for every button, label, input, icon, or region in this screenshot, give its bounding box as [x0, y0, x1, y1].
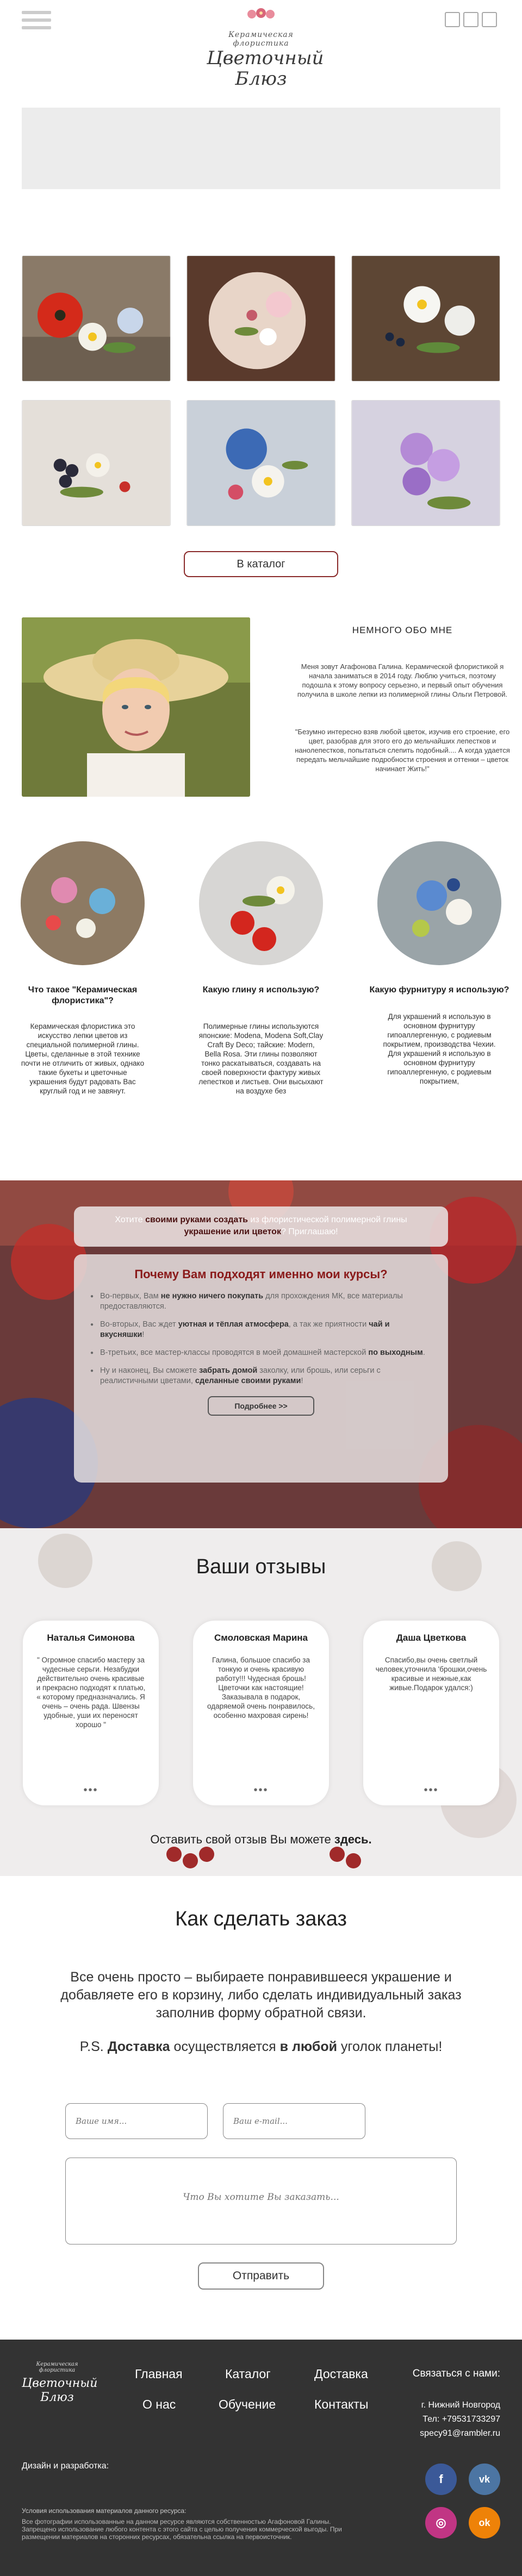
feature-text-ceramic: Керамическая флористика это искусство ле…	[21, 1022, 145, 1095]
review-author: Даша Цветкова	[396, 1633, 467, 1643]
contact-title: Связаться с нами:	[412, 2368, 500, 2379]
about-paragraph-2: "Безумно интересно взяв любой цветок, из…	[295, 728, 510, 773]
footer-nav-about[interactable]: О нас	[142, 2397, 176, 2412]
why-card: Почему Вам подходят именно мои курсы? Во…	[74, 1254, 448, 1483]
gallery-photo-white-flowers[interactable]	[351, 255, 500, 382]
feature-title-fittings: Какую фурнитуру я использую?	[369, 985, 509, 995]
instagram-icon[interactable]: ◎	[425, 2507, 457, 2539]
hero-banner	[22, 108, 500, 189]
feature-title-ceramic: Что такое "Керамическая флористика"?	[28, 985, 138, 1005]
header-square-2[interactable]	[463, 12, 478, 27]
site-logo[interactable]: Керамическая флористика Цветочный Блюз	[207, 4, 324, 97]
terms-text: Все фотографии использованные на данном …	[22, 2518, 342, 2541]
review-card: Наталья Симонова " Огромное спасибо маст…	[23, 1621, 159, 1805]
reviews-section: Ваши отзывы Наталья Симонова " Огромное …	[0, 1528, 522, 1876]
footer-nav-delivery[interactable]: Доставка	[314, 2367, 368, 2381]
gallery-photo-brooch[interactable]	[187, 255, 335, 382]
gallery-photo-berries[interactable]	[22, 400, 171, 526]
about-photo	[22, 617, 250, 797]
why-box: Хотите своими руками создать из флористи…	[74, 1206, 448, 1489]
review-author: Наталья Симонова	[47, 1633, 135, 1643]
logo-flowers-icon	[242, 8, 280, 21]
submit-button[interactable]: Отправить	[198, 2262, 324, 2290]
review-text: Галина, большое спасибо за тонкую и очен…	[207, 1656, 315, 1720]
footer-logo[interactable]: Керамическая флористика Цветочный Блюз	[22, 2361, 98, 2405]
email-input[interactable]	[223, 2103, 365, 2139]
leave-review: Оставить свой отзыв Вы можете здесь.	[150, 1833, 372, 1846]
review-text: " Огромное спасибо мастеру за чудесные с…	[36, 1656, 146, 1729]
feature-title-clay: Какую глину я использую?	[202, 985, 320, 995]
gallery-photo-poppies[interactable]	[22, 255, 171, 382]
review-text: Спасибо,вы очень светлый человек,уточнил…	[375, 1656, 487, 1692]
leave-review-link[interactable]: здесь.	[334, 1833, 372, 1846]
about-title: НЕМНОГО ОБО МНЕ	[352, 625, 453, 635]
terms-title: Условия использования материалов данного…	[22, 2507, 187, 2515]
order-title: Как сделать заказ	[175, 1908, 347, 1930]
order-delivery: P.S. Доставка осуществляется в любой уго…	[79, 2039, 443, 2054]
contact-phone[interactable]: Тел: +79531733297	[422, 2415, 500, 2424]
footer-nav-contacts[interactable]: Контакты	[314, 2397, 368, 2412]
footer-nav-home[interactable]: Главная	[135, 2367, 183, 2381]
why-section: Хотите своими руками создать из флористи…	[0, 1180, 522, 1528]
header-square-3[interactable]	[482, 12, 497, 27]
footer-nav-catalog[interactable]: Каталог	[225, 2367, 271, 2381]
gallery-photo-cornflowers[interactable]	[187, 400, 335, 526]
order-text: Все очень просто – выбираете понравившее…	[60, 1969, 462, 2021]
why-item-4: Ну и наконец, Вы сможете забрать домой з…	[90, 1366, 432, 1386]
why-item-3: В-третьих, все мастер-классы проводятся …	[90, 1348, 432, 1358]
feature-text-clay: Полимерные глины используются японские: …	[198, 1022, 324, 1095]
design-credit: Дизайн и разработка:	[22, 2461, 109, 2471]
feature-text-fittings: Для украшений я использую в основном фур…	[383, 1012, 496, 1085]
more-dots-icon[interactable]: •••	[193, 1784, 329, 1797]
why-item-1: Во-первых, Вам не нужно ничего покупать …	[90, 1291, 432, 1312]
why-invite: Хотите своими руками создать из флористи…	[74, 1206, 448, 1247]
footer-logo-title: Цветочный Блюз	[22, 2377, 98, 2404]
menu-icon[interactable]	[22, 11, 51, 33]
review-card: Смоловская Марина Галина, большое спасиб…	[193, 1621, 329, 1805]
catalog-button[interactable]: В каталог	[184, 551, 338, 577]
why-heading: Почему Вам подходят именно мои курсы?	[134, 1267, 388, 1281]
footer: Керамическая флористика Цветочный Блюз Г…	[0, 2340, 522, 2576]
message-textarea[interactable]	[65, 2158, 457, 2244]
more-button[interactable]: Подробнее >>	[208, 1396, 314, 1416]
facebook-icon[interactable]: f	[425, 2464, 457, 2495]
reviews-title: Ваши отзывы	[196, 1555, 326, 1578]
logo-subtitle: Керамическая флористика	[228, 30, 294, 48]
why-item-2: Во-вторых, Вас ждет уютная и тёплая атмо…	[90, 1320, 432, 1340]
about-paragraph-1: Меня зовут Агафонова Галина. Керамическо…	[297, 662, 508, 698]
vk-icon[interactable]: vk	[469, 2464, 500, 2495]
contact-email[interactable]: specy91@rambler.ru	[420, 2429, 500, 2439]
more-dots-icon[interactable]: •••	[23, 1784, 159, 1797]
gallery-photo-lilac[interactable]	[351, 400, 500, 526]
review-card: Даша Цветкова Спасибо,вы очень светлый ч…	[363, 1621, 499, 1805]
name-input[interactable]	[65, 2103, 208, 2139]
logo-title: Цветочный Блюз	[207, 47, 324, 90]
odnoklassniki-icon[interactable]: ok	[469, 2507, 500, 2539]
header-square-1[interactable]	[445, 12, 460, 27]
footer-logo-subtitle: Керамическая флористика	[36, 2361, 78, 2373]
more-dots-icon[interactable]: •••	[363, 1784, 499, 1797]
feature-image-ceramic	[21, 841, 145, 965]
feature-image-fittings	[377, 841, 501, 965]
footer-nav-learning[interactable]: Обучение	[219, 2397, 276, 2412]
review-author: Смоловская Марина	[214, 1633, 308, 1643]
contact-city: г. Нижний Новгород	[421, 2400, 500, 2410]
feature-image-clay	[199, 841, 323, 965]
